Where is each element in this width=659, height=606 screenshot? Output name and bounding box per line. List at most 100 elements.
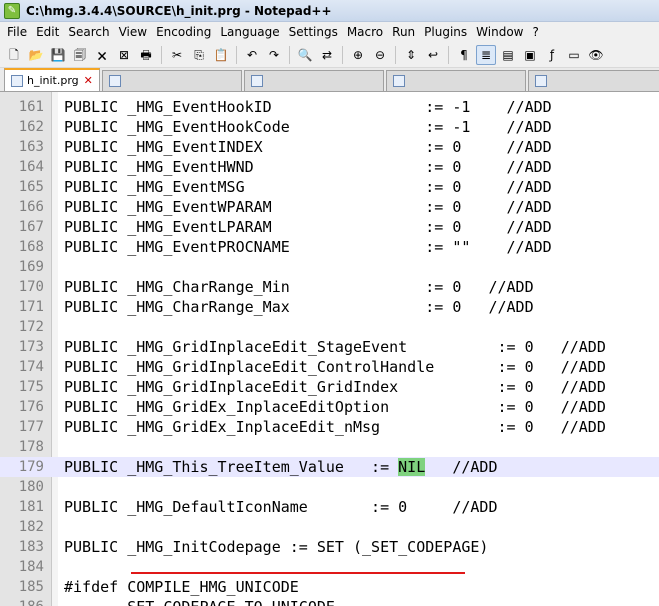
function-list-button[interactable]: ƒ <box>542 45 562 65</box>
redo-button[interactable]: ↷ <box>264 45 284 65</box>
code-text: PUBLIC _HMG_EventHWND := 0 //ADD <box>64 157 552 177</box>
code-line[interactable]: 185 #ifdef COMPILE_HMG_UNICODE <box>0 577 659 597</box>
code-segment: PUBLIC _HMG_GridInplaceEdit_StageEvent :… <box>64 338 606 356</box>
show-all-chars-button[interactable]: ¶ <box>454 45 474 65</box>
code-line[interactable]: 161 PUBLIC _HMG_EventHookID := -1 //ADD <box>0 97 659 117</box>
code-line[interactable]: 176 PUBLIC _HMG_GridEx_InplaceEditOption … <box>0 397 659 417</box>
zoom-out-button[interactable]: ⊖ <box>370 45 390 65</box>
tab-2[interactable] <box>243 70 384 91</box>
file-icon <box>250 75 263 87</box>
code-line[interactable]: 180 <box>0 477 659 497</box>
code-segment: PUBLIC _HMG_CharRange_Max := 0 //ADD <box>64 298 534 316</box>
tab-bar: h_init.prg ✕ <box>0 68 659 92</box>
code-editor[interactable]: 161 PUBLIC _HMG_EventHookID := -1 //ADD 16… <box>0 92 659 606</box>
line-number: 173 <box>18 339 44 355</box>
code-text: PUBLIC _HMG_GridEx_InplaceEdit_nMsg := 0… <box>64 417 606 437</box>
code-line[interactable]: 165 PUBLIC _HMG_EventMSG := 0 //ADD <box>0 177 659 197</box>
print-icon: 🖶 <box>140 47 152 62</box>
line-number: 177 <box>18 419 44 435</box>
code-line[interactable]: 181 PUBLIC _HMG_DefaultIconName := 0 //AD… <box>0 497 659 517</box>
zoom-out-icon: ⊖ <box>374 47 386 62</box>
tab-3[interactable] <box>385 70 526 91</box>
code-text: #ifdef COMPILE_HMG_UNICODE <box>64 577 299 597</box>
menu-edit[interactable]: Edit <box>33 25 65 39</box>
code-line[interactable]: 182 <box>0 517 659 537</box>
toolbar-separator <box>161 45 162 64</box>
find-button[interactable]: 🔍 <box>295 45 315 65</box>
word-wrap-icon: ↩ <box>427 47 439 62</box>
code-line[interactable]: 186 SET CODEPAGE TO UNICODE <box>0 597 659 606</box>
menu-file[interactable]: File <box>4 25 33 39</box>
code-line[interactable]: 169 <box>0 257 659 277</box>
tab-0[interactable]: h_init.prg ✕ <box>4 68 100 91</box>
code-line[interactable]: 175 PUBLIC _HMG_GridInplaceEdit_GridIndex… <box>0 377 659 397</box>
line-number: 164 <box>18 159 44 175</box>
undo-button[interactable]: ↶ <box>242 45 262 65</box>
monitoring-button[interactable]: 👁 <box>586 45 606 65</box>
code-line[interactable]: 173 PUBLIC _HMG_GridInplaceEdit_StageEven… <box>0 337 659 357</box>
zoom-in-button[interactable]: ⊕ <box>348 45 368 65</box>
print-button[interactable]: 🖶 <box>136 45 156 65</box>
file-icon <box>11 74 23 87</box>
close-tab-icon[interactable]: ✕ <box>84 74 93 87</box>
line-number: 175 <box>18 379 44 395</box>
folder-workspace-button[interactable]: ▭ <box>564 45 584 65</box>
indent-guide-button[interactable]: ≣ <box>476 44 496 65</box>
user-language-button[interactable]: ▤ <box>498 45 518 65</box>
close-button[interactable]: 🗙 <box>92 45 112 65</box>
menu-help[interactable]: ? <box>529 25 544 39</box>
menu-search[interactable]: Search <box>65 25 115 39</box>
selected-text-highlight: NIL <box>398 458 426 476</box>
paste-button[interactable]: 📋 <box>211 45 231 65</box>
word-wrap-button[interactable]: ↩ <box>423 45 443 65</box>
indent-guide-icon: ≣ <box>480 47 492 62</box>
code-line[interactable]: 171 PUBLIC _HMG_CharRange_Max := 0 //ADD <box>0 297 659 317</box>
code-line[interactable]: 162 PUBLIC _HMG_EventHookCode := -1 //ADD <box>0 117 659 137</box>
menu-language[interactable]: Language <box>217 25 285 39</box>
doc-map-button[interactable]: ▣ <box>520 45 540 65</box>
find-icon: 🔍 <box>297 47 313 62</box>
menu-view[interactable]: View <box>116 25 153 39</box>
menu-window[interactable]: Window <box>473 25 529 39</box>
code-line[interactable]: 179 PUBLIC _HMG_This_TreeItem_Value := NI… <box>0 457 659 477</box>
new-file-button[interactable]: 🗋 <box>4 45 24 65</box>
code-line[interactable]: 178 <box>0 437 659 457</box>
sync-vertical-button[interactable]: ⇕ <box>401 45 421 65</box>
open-file-button[interactable]: 📂 <box>26 45 46 65</box>
menu-settings[interactable]: Settings <box>286 25 344 39</box>
code-line[interactable]: 170 PUBLIC _HMG_CharRange_Min := 0 //ADD <box>0 277 659 297</box>
code-line[interactable]: 184 <box>0 557 659 577</box>
tab-1[interactable] <box>101 70 242 91</box>
code-text: PUBLIC _HMG_EventMSG := 0 //ADD <box>64 177 552 197</box>
save-button[interactable]: 💾 <box>48 45 68 65</box>
tab-4[interactable] <box>527 70 659 91</box>
code-line[interactable]: 177 PUBLIC _HMG_GridEx_InplaceEdit_nMsg :… <box>0 417 659 437</box>
line-number: 176 <box>18 399 44 415</box>
code-line[interactable]: 174 PUBLIC _HMG_GridInplaceEdit_ControlHa… <box>0 357 659 377</box>
code-line[interactable]: 167 PUBLIC _HMG_EventLPARAM := 0 //ADD <box>0 217 659 237</box>
code-line[interactable]: 168 PUBLIC _HMG_EventPROCNAME := "" //ADD <box>0 237 659 257</box>
code-text: PUBLIC _HMG_GridInplaceEdit_StageEvent :… <box>64 337 606 357</box>
cut-button[interactable]: ✂ <box>167 45 187 65</box>
toolbar-separator <box>448 45 449 64</box>
code-line[interactable]: 164 PUBLIC _HMG_EventHWND := 0 //ADD <box>0 157 659 177</box>
code-line[interactable]: 183 PUBLIC _HMG_InitCodepage := SET (_SET… <box>0 537 659 557</box>
menu-run[interactable]: Run <box>389 25 421 39</box>
monitoring-icon: 👁 <box>588 47 604 62</box>
replace-button[interactable]: ⇄ <box>317 45 337 65</box>
save-all-button[interactable]: 🗐 <box>70 45 90 65</box>
window-title: C:\hmg.3.4.4\SOURCE\h_init.prg - Notepad… <box>26 3 332 18</box>
menu-encoding[interactable]: Encoding <box>153 25 217 39</box>
code-line[interactable]: 166 PUBLIC _HMG_EventWPARAM := 0 //ADD <box>0 197 659 217</box>
copy-button[interactable]: ⎘ <box>189 45 209 65</box>
function-list-icon: ƒ <box>549 47 555 62</box>
code-line[interactable]: 163 PUBLIC _HMG_EventINDEX := 0 //ADD <box>0 137 659 157</box>
code-text: PUBLIC _HMG_This_TreeItem_Value := NIL /… <box>64 457 497 477</box>
code-line[interactable]: 172 <box>0 317 659 337</box>
menu-macro[interactable]: Macro <box>344 25 389 39</box>
menu-plugins[interactable]: Plugins <box>421 25 473 39</box>
close-all-button[interactable]: ⊠ <box>114 45 134 65</box>
undo-icon: ↶ <box>246 47 258 62</box>
code-segment: PUBLIC _HMG_EventHookCode := -1 //ADD <box>64 118 552 136</box>
code-segment: PUBLIC _HMG_DefaultIconName := 0 //ADD <box>64 498 498 516</box>
